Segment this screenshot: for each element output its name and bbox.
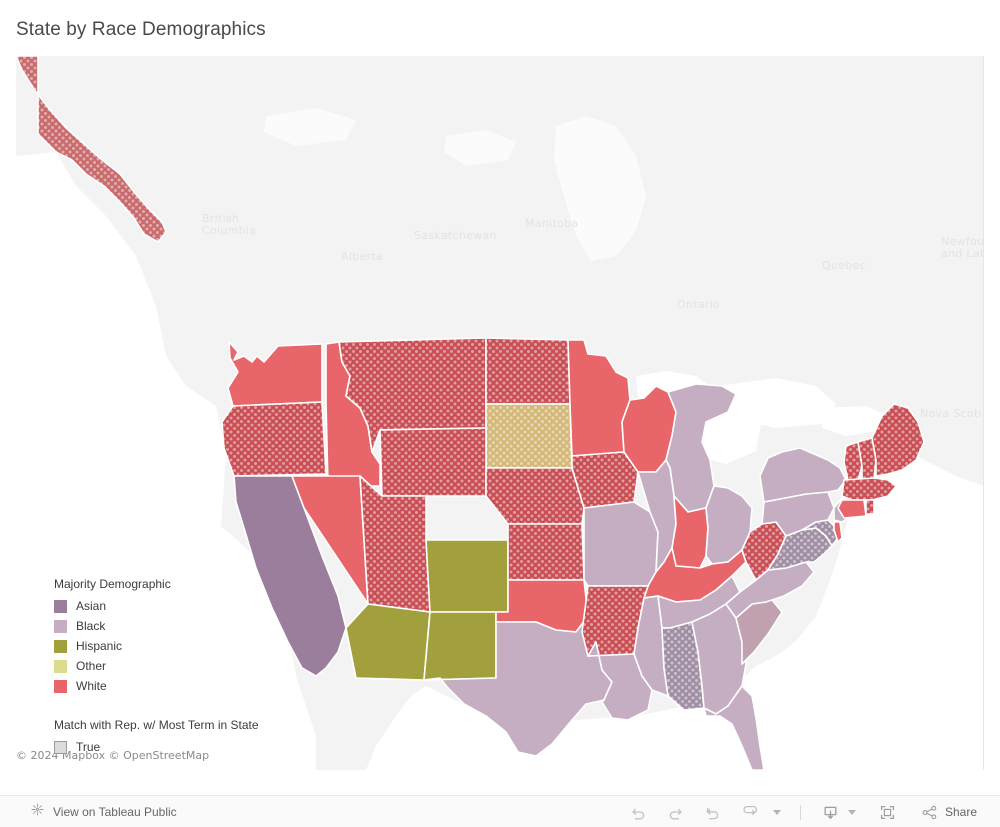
state-OR[interactable] [221, 401, 327, 477]
fullscreen-button[interactable] [864, 796, 911, 827]
state-MO[interactable] [583, 501, 659, 587]
state-CO[interactable] [425, 539, 509, 613]
refresh-button[interactable] [731, 796, 768, 827]
state-WA[interactable] [227, 341, 323, 407]
state-KS[interactable] [507, 523, 585, 581]
legend-swatch-white [54, 679, 67, 693]
refresh-dropdown-button[interactable] [768, 796, 789, 827]
undo-button[interactable] [620, 796, 657, 827]
state-ME[interactable] [871, 403, 925, 477]
download-button[interactable] [812, 796, 843, 827]
legend-swatch-asian [54, 599, 67, 613]
revert-button[interactable] [694, 796, 731, 827]
view-on-tableau-public-button[interactable]: View on Tableau Public [30, 796, 177, 827]
state-MA[interactable] [841, 477, 897, 501]
bottom-toolbar: View on Tableau Public Share [0, 795, 1000, 827]
state-ND[interactable] [485, 337, 571, 405]
state-IA[interactable] [571, 451, 639, 509]
share-button[interactable]: Share [911, 796, 986, 827]
state-NY[interactable] [759, 447, 847, 503]
legend-label-asian: Asian [76, 599, 107, 613]
legend-item-black[interactable]: Black [54, 616, 304, 636]
state-CT[interactable] [837, 499, 867, 519]
color-legend-title: Majority Demographic [54, 577, 171, 591]
state-WY[interactable] [379, 427, 487, 497]
title-bar: State by Race Demographics [0, 0, 1000, 56]
legend-label-true: True [76, 740, 101, 754]
legend-label-other: Other [76, 659, 107, 673]
state-MN[interactable] [567, 339, 631, 457]
state-RI[interactable] [865, 499, 875, 515]
share-label: Share [944, 805, 977, 819]
redo-button[interactable] [657, 796, 694, 827]
legend-label-hispanic: Hispanic [76, 639, 123, 653]
legend-swatch-black [54, 619, 67, 633]
legend-swatch-true [54, 740, 67, 754]
state-UT[interactable] [359, 475, 431, 613]
share-icon [921, 804, 938, 821]
state-NE[interactable] [485, 467, 585, 525]
toolbar-divider [799, 804, 801, 820]
chevron-down-icon [772, 809, 781, 815]
pattern-legend: Match with Rep. w/ Most Term in State Tr… [54, 718, 304, 757]
map-canvas[interactable]: British Columbia Alberta Saskatchewan Ma… [16, 56, 984, 770]
legend-label-black: Black [76, 619, 106, 633]
pattern-legend-title: Match with Rep. w/ Most Term in State [54, 718, 259, 732]
toolbar-actions: Share [620, 796, 986, 827]
view-on-tableau-public-label: View on Tableau Public [53, 804, 177, 819]
legend-item-asian[interactable]: Asian [54, 596, 304, 616]
legend-label-white: White [76, 679, 107, 693]
chevron-down-icon [847, 809, 856, 815]
state-AZ[interactable] [345, 603, 431, 681]
download-dropdown-button[interactable] [843, 796, 864, 827]
state-SD[interactable] [485, 403, 573, 469]
legend-item-hispanic[interactable]: Hispanic [54, 636, 304, 656]
legend-swatch-hispanic [54, 639, 67, 653]
page-title: State by Race Demographics [16, 19, 266, 40]
legend-swatch-other [54, 659, 67, 673]
tableau-viz-container: State by Race Demographics British Colum… [0, 0, 1000, 827]
tableau-logo-icon [30, 802, 45, 822]
state-AK-panhandle[interactable] [16, 56, 167, 243]
state-NM[interactable] [423, 611, 497, 681]
color-legend: Majority Demographic Asian Black Hispani… [54, 577, 304, 696]
legend-item-true[interactable]: True [54, 737, 304, 757]
legend-panel: Majority Demographic Asian Black Hispani… [54, 577, 304, 757]
legend-item-white[interactable]: White [54, 676, 304, 696]
legend-item-other[interactable]: Other [54, 656, 304, 676]
